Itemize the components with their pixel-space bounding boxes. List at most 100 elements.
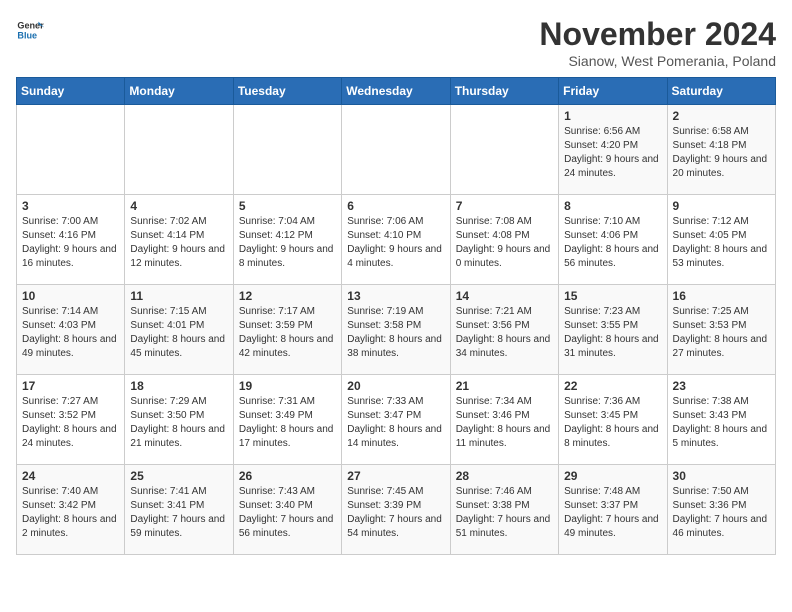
calendar-cell bbox=[17, 105, 125, 195]
day-number: 12 bbox=[239, 289, 336, 303]
logo-icon: General Blue bbox=[16, 16, 44, 44]
day-info: Sunrise: 7:48 AM Sunset: 3:37 PM Dayligh… bbox=[564, 485, 661, 541]
day-header-friday: Friday bbox=[559, 78, 667, 105]
calendar-table: SundayMondayTuesdayWednesdayThursdayFrid… bbox=[16, 77, 776, 555]
day-info: Sunrise: 7:27 AM Sunset: 3:52 PM Dayligh… bbox=[22, 395, 119, 451]
calendar-cell: 18 Sunrise: 7:29 AM Sunset: 3:50 PM Dayli… bbox=[125, 375, 233, 465]
day-number: 24 bbox=[22, 469, 119, 483]
day-number: 11 bbox=[130, 289, 227, 303]
day-number: 26 bbox=[239, 469, 336, 483]
calendar-cell: 24Sunrise: 7:40 AM Sunset: 3:42 PM Dayli… bbox=[17, 465, 125, 555]
calendar-cell: 13 Sunrise: 7:19 AM Sunset: 3:58 PM Dayli… bbox=[342, 285, 450, 375]
day-number: 17 bbox=[22, 379, 119, 393]
day-number: 3 bbox=[22, 199, 119, 213]
day-number: 30 bbox=[673, 469, 770, 483]
subtitle: Sianow, West Pomerania, Poland bbox=[539, 53, 776, 69]
calendar-cell: 20 Sunrise: 7:33 AM Sunset: 3:47 PM Dayli… bbox=[342, 375, 450, 465]
header: General Blue November 2024 Sianow, West … bbox=[16, 16, 776, 69]
calendar-cell: 30 Sunrise: 7:50 AM Sunset: 3:36 PM Dayli… bbox=[667, 465, 775, 555]
week-row-1: 1 Sunrise: 6:56 AM Sunset: 4:20 PM Daylig… bbox=[17, 105, 776, 195]
week-row-5: 24Sunrise: 7:40 AM Sunset: 3:42 PM Dayli… bbox=[17, 465, 776, 555]
calendar-cell: 1 Sunrise: 6:56 AM Sunset: 4:20 PM Daylig… bbox=[559, 105, 667, 195]
calendar-cell: 8Sunrise: 7:10 AM Sunset: 4:06 PM Daylig… bbox=[559, 195, 667, 285]
day-number: 20 bbox=[347, 379, 444, 393]
day-info: Sunrise: 7:33 AM Sunset: 3:47 PM Dayligh… bbox=[347, 395, 444, 451]
day-info: Sunrise: 7:02 AM Sunset: 4:14 PM Dayligh… bbox=[130, 215, 227, 271]
calendar-cell: 21Sunrise: 7:34 AM Sunset: 3:46 PM Dayli… bbox=[450, 375, 558, 465]
day-info: Sunrise: 7:04 AM Sunset: 4:12 PM Dayligh… bbox=[239, 215, 336, 271]
calendar-cell: 9Sunrise: 7:12 AM Sunset: 4:05 PM Daylig… bbox=[667, 195, 775, 285]
day-info: Sunrise: 7:21 AM Sunset: 3:56 PM Dayligh… bbox=[456, 305, 553, 361]
day-info: Sunrise: 7:15 AM Sunset: 4:01 PM Dayligh… bbox=[130, 305, 227, 361]
calendar-cell: 4 Sunrise: 7:02 AM Sunset: 4:14 PM Daylig… bbox=[125, 195, 233, 285]
day-number: 14 bbox=[456, 289, 553, 303]
day-number: 16 bbox=[673, 289, 770, 303]
week-row-2: 3 Sunrise: 7:00 AM Sunset: 4:16 PM Daylig… bbox=[17, 195, 776, 285]
day-header-sunday: Sunday bbox=[17, 78, 125, 105]
day-number: 25 bbox=[130, 469, 227, 483]
calendar-cell: 10 Sunrise: 7:14 AM Sunset: 4:03 PM Dayli… bbox=[17, 285, 125, 375]
day-number: 21 bbox=[456, 379, 553, 393]
day-number: 27 bbox=[347, 469, 444, 483]
calendar-cell: 22 Sunrise: 7:36 AM Sunset: 3:45 PM Dayli… bbox=[559, 375, 667, 465]
day-info: Sunrise: 7:41 AM Sunset: 3:41 PM Dayligh… bbox=[130, 485, 227, 541]
day-number: 29 bbox=[564, 469, 661, 483]
svg-text:Blue: Blue bbox=[17, 30, 37, 40]
day-info: Sunrise: 7:36 AM Sunset: 3:45 PM Dayligh… bbox=[564, 395, 661, 451]
calendar-cell: 17 Sunrise: 7:27 AM Sunset: 3:52 PM Dayli… bbox=[17, 375, 125, 465]
day-number: 4 bbox=[130, 199, 227, 213]
month-title: November 2024 bbox=[539, 16, 776, 53]
day-number: 23 bbox=[673, 379, 770, 393]
calendar-cell: 5 Sunrise: 7:04 AM Sunset: 4:12 PM Daylig… bbox=[233, 195, 341, 285]
day-info: Sunrise: 6:56 AM Sunset: 4:20 PM Dayligh… bbox=[564, 125, 661, 181]
calendar-cell bbox=[342, 105, 450, 195]
day-number: 10 bbox=[22, 289, 119, 303]
logo: General Blue bbox=[16, 16, 44, 44]
calendar-cell: 2 Sunrise: 6:58 AM Sunset: 4:18 PM Daylig… bbox=[667, 105, 775, 195]
calendar-cell: 7 Sunrise: 7:08 AM Sunset: 4:08 PM Daylig… bbox=[450, 195, 558, 285]
calendar-cell bbox=[450, 105, 558, 195]
day-info: Sunrise: 7:19 AM Sunset: 3:58 PM Dayligh… bbox=[347, 305, 444, 361]
calendar-cell: 23 Sunrise: 7:38 AM Sunset: 3:43 PM Dayli… bbox=[667, 375, 775, 465]
day-number: 8 bbox=[564, 199, 661, 213]
day-number: 1 bbox=[564, 109, 661, 123]
calendar-cell: 11 Sunrise: 7:15 AM Sunset: 4:01 PM Dayli… bbox=[125, 285, 233, 375]
day-info: Sunrise: 7:38 AM Sunset: 3:43 PM Dayligh… bbox=[673, 395, 770, 451]
calendar-cell: 27 Sunrise: 7:45 AM Sunset: 3:39 PM Dayli… bbox=[342, 465, 450, 555]
day-info: Sunrise: 7:14 AM Sunset: 4:03 PM Dayligh… bbox=[22, 305, 119, 361]
calendar-cell: 29 Sunrise: 7:48 AM Sunset: 3:37 PM Dayli… bbox=[559, 465, 667, 555]
day-number: 15 bbox=[564, 289, 661, 303]
day-header-monday: Monday bbox=[125, 78, 233, 105]
day-info: Sunrise: 7:08 AM Sunset: 4:08 PM Dayligh… bbox=[456, 215, 553, 271]
day-number: 7 bbox=[456, 199, 553, 213]
calendar-cell: 15Sunrise: 7:23 AM Sunset: 3:55 PM Dayli… bbox=[559, 285, 667, 375]
day-info: Sunrise: 7:46 AM Sunset: 3:38 PM Dayligh… bbox=[456, 485, 553, 541]
day-info: Sunrise: 6:58 AM Sunset: 4:18 PM Dayligh… bbox=[673, 125, 770, 181]
day-info: Sunrise: 7:29 AM Sunset: 3:50 PM Dayligh… bbox=[130, 395, 227, 451]
title-area: November 2024 Sianow, West Pomerania, Po… bbox=[539, 16, 776, 69]
day-info: Sunrise: 7:17 AM Sunset: 3:59 PM Dayligh… bbox=[239, 305, 336, 361]
day-header-tuesday: Tuesday bbox=[233, 78, 341, 105]
day-number: 19 bbox=[239, 379, 336, 393]
day-info: Sunrise: 7:06 AM Sunset: 4:10 PM Dayligh… bbox=[347, 215, 444, 271]
calendar-cell bbox=[233, 105, 341, 195]
day-info: Sunrise: 7:45 AM Sunset: 3:39 PM Dayligh… bbox=[347, 485, 444, 541]
calendar-cell: 26Sunrise: 7:43 AM Sunset: 3:40 PM Dayli… bbox=[233, 465, 341, 555]
day-number: 13 bbox=[347, 289, 444, 303]
day-info: Sunrise: 7:50 AM Sunset: 3:36 PM Dayligh… bbox=[673, 485, 770, 541]
calendar-cell: 19Sunrise: 7:31 AM Sunset: 3:49 PM Dayli… bbox=[233, 375, 341, 465]
day-number: 22 bbox=[564, 379, 661, 393]
day-info: Sunrise: 7:00 AM Sunset: 4:16 PM Dayligh… bbox=[22, 215, 119, 271]
day-number: 5 bbox=[239, 199, 336, 213]
day-number: 9 bbox=[673, 199, 770, 213]
calendar-cell: 12 Sunrise: 7:17 AM Sunset: 3:59 PM Dayli… bbox=[233, 285, 341, 375]
day-header-saturday: Saturday bbox=[667, 78, 775, 105]
calendar-cell: 6Sunrise: 7:06 AM Sunset: 4:10 PM Daylig… bbox=[342, 195, 450, 285]
calendar-cell: 25 Sunrise: 7:41 AM Sunset: 3:41 PM Dayli… bbox=[125, 465, 233, 555]
week-row-4: 17 Sunrise: 7:27 AM Sunset: 3:52 PM Dayli… bbox=[17, 375, 776, 465]
day-header-thursday: Thursday bbox=[450, 78, 558, 105]
day-info: Sunrise: 7:25 AM Sunset: 3:53 PM Dayligh… bbox=[673, 305, 770, 361]
week-row-3: 10 Sunrise: 7:14 AM Sunset: 4:03 PM Dayli… bbox=[17, 285, 776, 375]
day-number: 2 bbox=[673, 109, 770, 123]
day-number: 18 bbox=[130, 379, 227, 393]
